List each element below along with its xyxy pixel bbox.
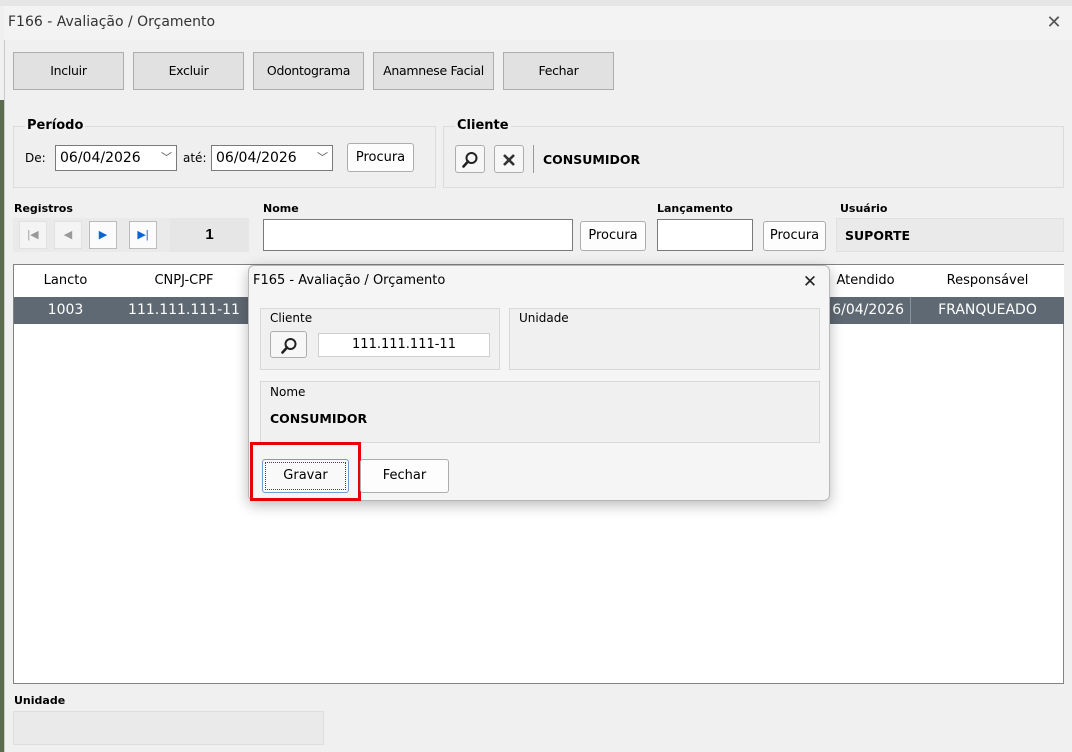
nome-input[interactable]: [263, 219, 573, 251]
cliente-dialog: F165 - Avaliação / Orçamento ✕ Cliente 1…: [248, 265, 830, 501]
close-icon: [503, 153, 515, 166]
registros-label: Registros: [14, 202, 73, 215]
dialog-nome-label: Nome: [270, 385, 306, 399]
column-header-atendido[interactable]: Atendido: [818, 265, 913, 298]
de-date-picker[interactable]: 06/04/2026 ﹀: [55, 145, 177, 171]
dialog-search-button[interactable]: [270, 331, 307, 358]
odontograma-button[interactable]: Odontograma: [253, 52, 364, 90]
cliente-group: [443, 126, 1064, 188]
de-date-value: 06/04/2026: [60, 150, 141, 166]
lancamento-procura-button[interactable]: Procura: [763, 221, 826, 251]
search-button[interactable]: [455, 145, 485, 173]
close-icon[interactable]: ✕: [799, 271, 821, 293]
clear-cliente-button[interactable]: [494, 145, 524, 173]
divider: [533, 145, 534, 173]
ate-label: até:: [183, 151, 207, 165]
incluir-button[interactable]: Incluir: [13, 52, 124, 90]
records-count: 1: [170, 218, 249, 252]
table-row-cell-cnpj[interactable]: 111.111.111-11: [117, 297, 252, 324]
column-header-cnpj-cpf[interactable]: CNPJ-CPF: [117, 265, 252, 298]
ate-date-value: 06/04/2026: [216, 150, 297, 166]
nome-procura-button[interactable]: Procura: [580, 221, 646, 251]
last-record-icon[interactable]: ▶|: [129, 221, 157, 249]
cliente-label: Cliente: [455, 118, 511, 133]
prev-record-icon[interactable]: ◀: [54, 221, 82, 249]
periodo-procura-button[interactable]: Procura: [347, 143, 414, 172]
lancamento-label: Lançamento: [657, 202, 733, 215]
next-record-icon[interactable]: ▶: [89, 221, 117, 249]
dialog-cliente-input[interactable]: 111.111.111-11: [318, 333, 490, 357]
close-icon[interactable]: ✕: [1044, 12, 1064, 32]
table-row-cell-lancto[interactable]: 1003: [14, 297, 118, 324]
dialog-title: F165 - Avaliação / Orçamento: [253, 273, 446, 288]
dialog-unidade-label: Unidade: [519, 311, 569, 325]
chevron-down-icon: ﹀: [317, 151, 328, 164]
ate-date-picker[interactable]: 06/04/2026 ﹀: [211, 145, 333, 171]
column-header-responsavel[interactable]: Responsável: [911, 265, 1064, 298]
dialog-nome-value: CONSUMIDOR: [270, 411, 368, 426]
anamnese-facial-button[interactable]: Anamnese Facial: [373, 52, 494, 90]
dialog-cliente-label: Cliente: [270, 311, 313, 325]
search-icon: [280, 337, 296, 354]
unidade-label: Unidade: [14, 694, 66, 707]
column-header-lancto[interactable]: Lancto: [14, 265, 118, 298]
lancamento-input[interactable]: [657, 219, 753, 251]
table-row-cell-atendido[interactable]: 6/04/2026: [818, 297, 911, 324]
table-row-cell-responsavel[interactable]: FRANQUEADO: [911, 297, 1064, 324]
dialog-fechar-button[interactable]: Fechar: [360, 459, 449, 493]
unidade-field: [13, 711, 324, 745]
excluir-button[interactable]: Excluir: [133, 52, 244, 90]
cliente-name: CONSUMIDOR: [543, 152, 641, 167]
search-icon: [462, 151, 478, 168]
periodo-label: Período: [25, 118, 86, 133]
de-label: De:: [25, 151, 46, 165]
usuario-value: SUPORTE: [845, 228, 911, 243]
chevron-down-icon: ﹀: [161, 151, 172, 164]
usuario-label: Usuário: [840, 202, 888, 215]
nome-label: Nome: [263, 202, 299, 215]
window-title: F166 - Avaliação / Orçamento: [8, 14, 216, 30]
gravar-button[interactable]: Gravar: [262, 459, 349, 493]
fechar-button[interactable]: Fechar: [503, 52, 614, 90]
first-record-icon[interactable]: |◀: [19, 221, 47, 249]
